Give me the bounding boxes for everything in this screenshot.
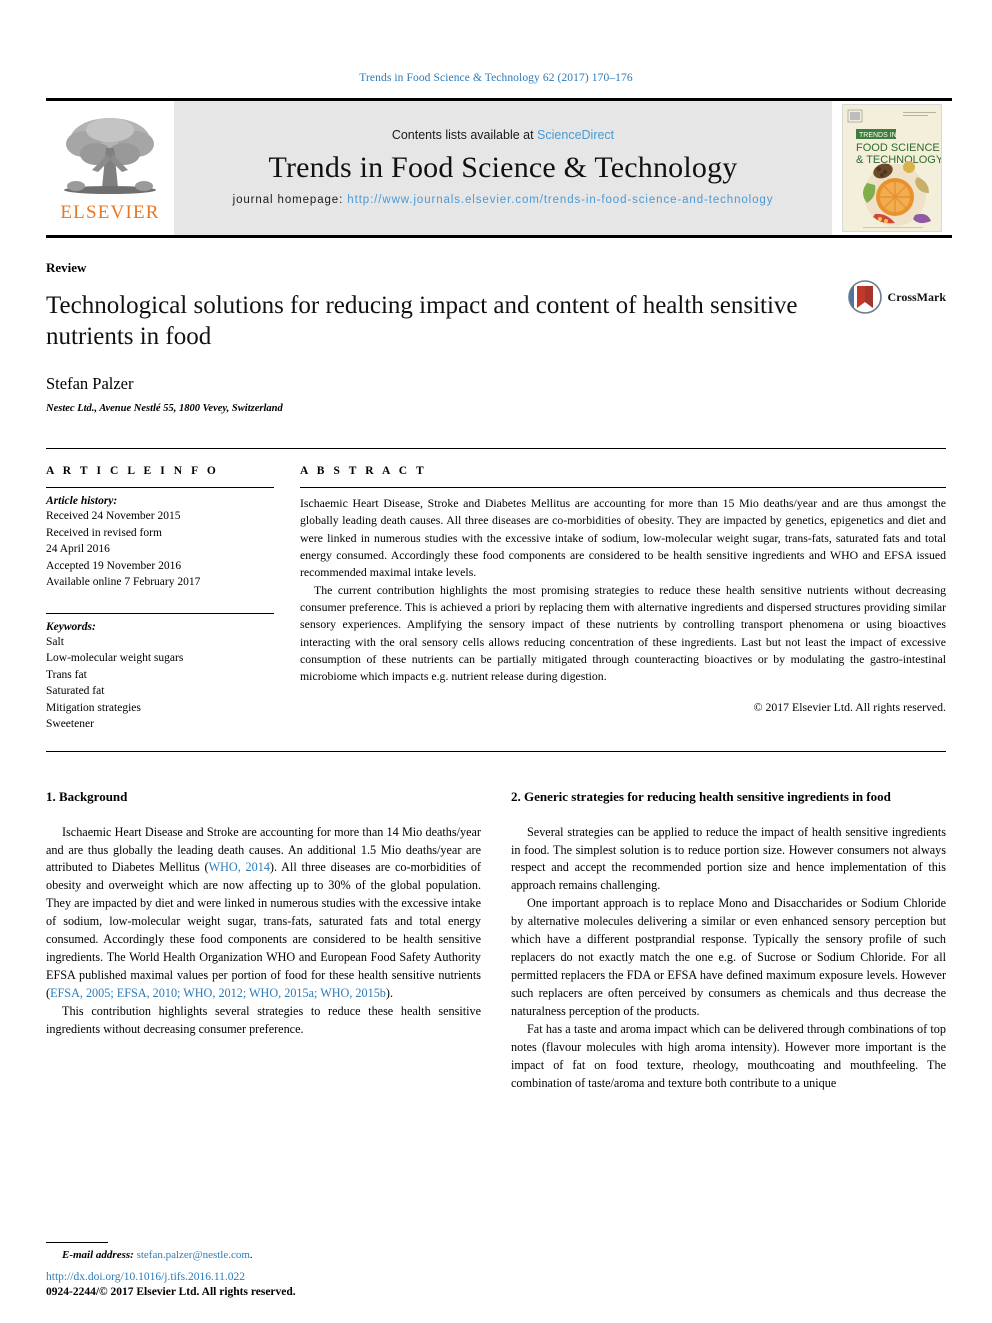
article-info-rule bbox=[46, 487, 274, 488]
homepage-url[interactable]: http://www.journals.elsevier.com/trends-… bbox=[347, 194, 773, 206]
elsevier-tree-icon bbox=[64, 118, 156, 194]
journal-title: Trends in Food Science & Technology bbox=[268, 150, 738, 184]
citation-link[interactable]: EFSA, 2005; EFSA, 2010; WHO, 2012; WHO, … bbox=[50, 986, 386, 1000]
info-abstract-bottom-rule bbox=[46, 751, 946, 753]
journal-cover-image: TRENDS IN FOOD SCIENCE & TECHNOLOGY bbox=[842, 104, 942, 232]
body-paragraph: Fat has a taste and aroma impact which c… bbox=[511, 1021, 946, 1090]
article-page: Trends in Food Science & Technology 62 (… bbox=[0, 0, 992, 1323]
keyword-item: Trans fat bbox=[46, 668, 87, 681]
body-columns: 1. Background Ischaemic Heart Disease an… bbox=[46, 788, 946, 1093]
abstract-copyright: © 2017 Elsevier Ltd. All rights reserved… bbox=[753, 699, 946, 714]
section-title-background: 1. Background bbox=[46, 789, 128, 805]
history-item: Received 24 November 2015 bbox=[46, 510, 181, 522]
email-label: E-mail address: bbox=[62, 1249, 134, 1261]
keywords-heading: Keywords: bbox=[46, 620, 96, 633]
abstract-rule bbox=[300, 487, 946, 488]
email-link[interactable]: stefan.palzer@nestle.com bbox=[137, 1249, 250, 1261]
keyword-item: Salt bbox=[46, 635, 64, 648]
crossmark-icon[interactable] bbox=[847, 280, 882, 314]
paragraph-text: ). All three diseases are co-morbidities… bbox=[46, 860, 481, 1000]
body-paragraph: This contribution highlights several str… bbox=[46, 1003, 481, 1036]
history-item: Accepted 19 November 2016 bbox=[46, 559, 182, 572]
homepage-label: journal homepage: bbox=[232, 193, 348, 206]
article-info-column: A R T I C L E I N F O Article history: R… bbox=[46, 465, 274, 733]
paragraph-text: ). bbox=[385, 986, 394, 1000]
journal-homepage-line: journal homepage: http://www.journals.el… bbox=[233, 193, 774, 209]
article-type: Review bbox=[46, 260, 87, 275]
crossmark-badge[interactable]: CrossMark bbox=[847, 280, 946, 314]
keywords-block: Keywords: Salt Low-molecular weight suga… bbox=[46, 612, 274, 733]
page-footer: http://dx.doi.org/10.1016/j.tifs.2016.11… bbox=[46, 1270, 546, 1301]
svg-text:FOOD SCIENCE: FOOD SCIENCE bbox=[856, 142, 940, 154]
body-paragraph: One important approach is to replace Mon… bbox=[511, 896, 946, 1018]
elsevier-logo: ELSEVIER bbox=[46, 101, 174, 235]
abstract-heading: A B S T R A C T bbox=[300, 465, 427, 477]
journal-cover-thumbnail: TRENDS IN FOOD SCIENCE & TECHNOLOGY bbox=[832, 101, 952, 235]
svg-text:& TECHNOLOGY: & TECHNOLOGY bbox=[856, 154, 942, 166]
keyword-item: Saturated fat bbox=[46, 685, 105, 698]
history-item: Received in revised form bbox=[46, 526, 162, 539]
journal-masthead: ELSEVIER Contents lists available at Sci… bbox=[46, 98, 952, 238]
svg-text:TRENDS IN: TRENDS IN bbox=[859, 132, 897, 139]
masthead-center: Contents lists available at ScienceDirec… bbox=[174, 101, 832, 235]
contents-list-line: Contents lists available at ScienceDirec… bbox=[392, 128, 614, 142]
body-paragraph: Ischaemic Heart Disease and Stroke are a… bbox=[46, 824, 481, 1003]
section-title-generic-strategies: 2. Generic strategies for reducing healt… bbox=[511, 789, 891, 805]
cover-artwork-icon: TRENDS IN FOOD SCIENCE & TECHNOLOGY bbox=[843, 105, 942, 231]
abstract-paragraph: The current contribution highlights the … bbox=[300, 582, 946, 684]
page-title: Technological solutions for reducing imp… bbox=[46, 292, 798, 350]
history-item: 24 April 2016 bbox=[46, 543, 110, 556]
email-suffix: . bbox=[249, 1249, 253, 1261]
author-affiliation: Nestec Ltd., Avenue Nestlé 55, 1800 Veve… bbox=[46, 403, 283, 414]
footnote-rule bbox=[46, 1242, 108, 1243]
article-info-heading: A R T I C L E I N F O bbox=[46, 465, 219, 477]
keyword-item: Low-molecular weight sugars bbox=[46, 652, 184, 665]
email-footnote: E-mail address: stefan.palzer@nestle.com… bbox=[46, 1249, 476, 1261]
article-history-heading: Article history: bbox=[46, 495, 118, 507]
keyword-item: Sweetener bbox=[46, 718, 94, 731]
keywords-rule bbox=[46, 612, 274, 614]
body-column-right: 2. Generic strategies for reducing healt… bbox=[511, 788, 946, 1093]
article-header: Review Technological solutions for reduc… bbox=[46, 260, 946, 414]
author-name: Stefan Palzer bbox=[46, 374, 134, 393]
elsevier-wordmark: ELSEVIER bbox=[60, 202, 160, 223]
contents-prefix: Contents lists available at bbox=[391, 127, 538, 142]
abstract-column: A B S T R A C T Ischaemic Heart Disease,… bbox=[300, 465, 946, 733]
info-abstract-region: A R T I C L E I N F O Article history: R… bbox=[46, 448, 946, 733]
footnote-block: E-mail address: stefan.palzer@nestle.com… bbox=[46, 1242, 476, 1261]
body-column-left: 1. Background Ischaemic Heart Disease an… bbox=[46, 788, 481, 1093]
crossmark-label: CrossMark bbox=[887, 289, 946, 304]
abstract-paragraph: Ischaemic Heart Disease, Stroke and Diab… bbox=[300, 496, 946, 580]
body-paragraph: Several strategies can be applied to red… bbox=[511, 824, 946, 893]
keyword-item: Mitigation strategies bbox=[46, 701, 141, 714]
doi-link[interactable]: http://dx.doi.org/10.1016/j.tifs.2016.11… bbox=[46, 1270, 546, 1286]
history-item: Available online 7 February 2017 bbox=[46, 576, 201, 589]
sciencedirect-link[interactable]: ScienceDirect bbox=[537, 128, 614, 142]
issn-copyright-line: 0924-2244/© 2017 Elsevier Ltd. All right… bbox=[46, 1286, 296, 1299]
running-head: Trends in Food Science & Technology 62 (… bbox=[359, 72, 633, 84]
citation-link[interactable]: WHO, 2014 bbox=[209, 860, 270, 874]
